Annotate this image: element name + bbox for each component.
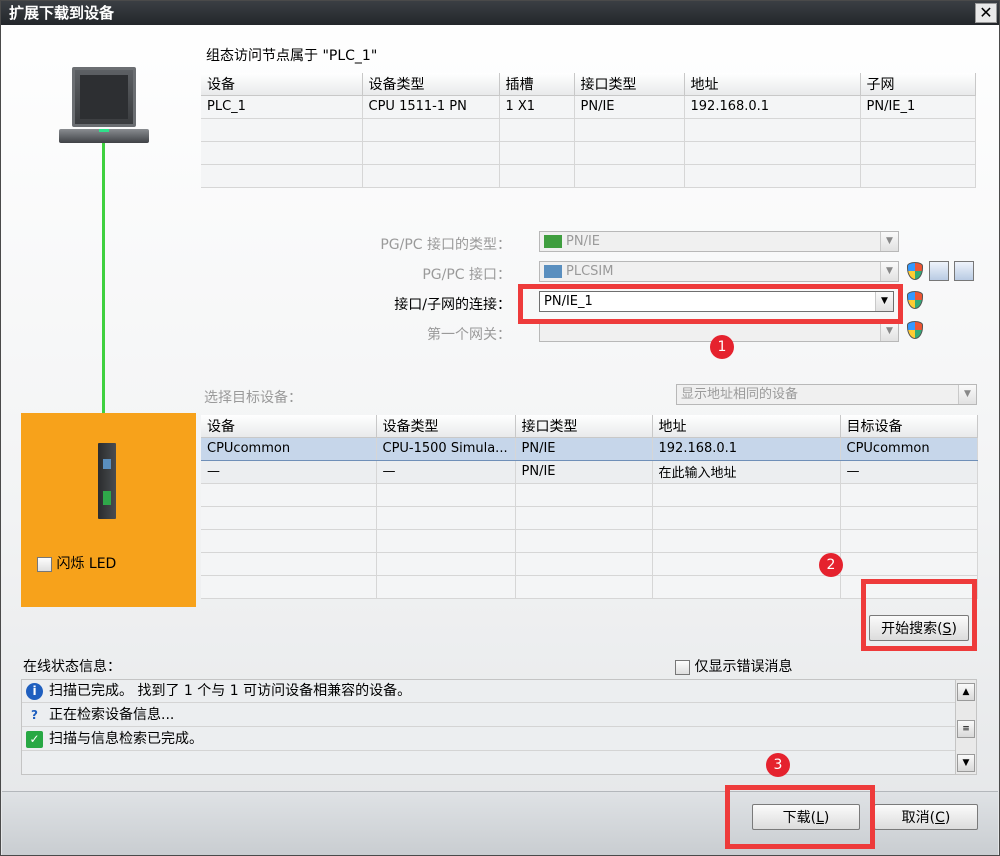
target-col-type[interactable]: 设备类型 xyxy=(376,415,516,438)
list-item: ✓ 扫描与信息检索已完成。 xyxy=(22,728,956,751)
target-filter-value: 显示地址相同的设备 xyxy=(681,387,799,402)
step-badge-1: 1 xyxy=(710,335,734,359)
table-cell: 192.168.0.1 xyxy=(684,95,861,119)
online-status-label: 在线状态信息： xyxy=(23,659,121,675)
subnet-connection-label: 接口/子网的连接： xyxy=(394,297,511,313)
target-col-target[interactable]: 目标设备 xyxy=(840,415,978,438)
table-cell: — xyxy=(840,460,978,484)
ethernet-icon xyxy=(544,235,562,248)
config-col-slot[interactable]: 插槽 xyxy=(499,73,575,96)
flash-led-label: 闪烁 LED xyxy=(56,556,117,572)
status-log: i 扫描已完成。 找到了 1 个与 1 可访问设备相兼容的设备。 ? 正在检索设备信… xyxy=(21,679,977,775)
table-cell: PN/IE xyxy=(515,460,653,484)
target-col-address[interactable]: 地址 xyxy=(652,415,841,438)
table-cell: CPU 1511-1 PN xyxy=(362,95,500,119)
chevron-down-icon: ▼ xyxy=(880,232,898,251)
config-access-table: 设备 设备类型 插槽 接口类型 地址 子网 PLC_1 CPU 1511-1 P… xyxy=(201,73,976,188)
config-col-type[interactable]: 设备类型 xyxy=(362,73,500,96)
cancel-button[interactable]: 取消(C) xyxy=(874,804,978,830)
address-entry-cell[interactable]: 在此输入地址 xyxy=(652,460,841,484)
table-cell: — xyxy=(201,460,377,484)
chevron-down-icon: ▼ xyxy=(958,385,976,404)
table-cell: 1 X1 xyxy=(499,95,575,119)
cpu-module-icon xyxy=(98,443,116,519)
table-cell: PLC_1 xyxy=(201,95,363,119)
table-row xyxy=(201,552,978,576)
chevron-down-icon: ▼ xyxy=(880,322,898,341)
config-col-device[interactable]: 设备 xyxy=(201,73,363,96)
pgpc-type-value: PN/IE xyxy=(566,234,600,249)
table-cell: PN/IE xyxy=(515,437,653,461)
table-row[interactable]: CPUcommon CPU-1500 Simula... PN/IE 192.1… xyxy=(201,437,978,461)
extended-download-dialog: 扩展下载到设备 ✕ 闪烁 LED 组态访问节点属于 "PLC_1" 设备 设备类… xyxy=(0,0,1000,856)
highlight-search xyxy=(861,579,977,651)
gateway-label: 第一个网关： xyxy=(427,327,511,343)
scroll-down-icon[interactable]: ▼ xyxy=(957,754,975,772)
pgpc-type-select: PN/IE ▼ xyxy=(539,231,899,252)
close-button[interactable]: ✕ xyxy=(975,3,997,23)
window-title: 扩展下载到设备 xyxy=(9,4,115,22)
table-cell: PN/IE_1 xyxy=(860,95,976,119)
table-row xyxy=(201,483,978,507)
config-col-if-type[interactable]: 接口类型 xyxy=(574,73,685,96)
network-link-line xyxy=(102,143,105,443)
config-col-subnet[interactable]: 子网 xyxy=(860,73,976,96)
list-item: ? 正在检索设备信息... xyxy=(22,704,956,727)
security-shield-icon[interactable] xyxy=(907,291,923,309)
errors-only-option[interactable]: 仅显示错误消息 xyxy=(675,656,792,676)
table-cell: PN/IE xyxy=(574,95,685,119)
target-device-panel: 闪烁 LED xyxy=(21,413,196,607)
target-col-device[interactable]: 设备 xyxy=(201,415,377,438)
table-row xyxy=(201,118,976,142)
chevron-down-icon: ▼ xyxy=(880,262,898,281)
pgpc-if-value: PLCSIM xyxy=(566,264,614,279)
config-col-address[interactable]: 地址 xyxy=(684,73,861,96)
highlight-download xyxy=(725,785,875,849)
plcsim-icon xyxy=(544,265,562,278)
laptop-base-icon xyxy=(59,129,149,143)
table-cell: CPUcommon xyxy=(201,437,377,461)
pgpc-interface-select: PLCSIM ▼ xyxy=(539,261,899,282)
security-shield-icon[interactable] xyxy=(907,321,923,339)
flash-led-checkbox[interactable] xyxy=(37,556,52,572)
log-scrollbar[interactable]: ▲ ≡ ▼ xyxy=(955,680,976,774)
errors-only-label: 仅显示错误消息 xyxy=(694,659,793,675)
scroll-thumb[interactable]: ≡ xyxy=(957,720,975,738)
pg-pc-laptop-icon xyxy=(72,67,136,127)
checkmark-icon: ✓ xyxy=(26,730,43,748)
select-target-label: 选择目标设备： xyxy=(204,390,302,406)
list-item: i 扫描已完成。 找到了 1 个与 1 可访问设备相兼容的设备。 xyxy=(22,680,956,703)
table-cell: CPU-1500 Simula... xyxy=(376,437,516,461)
network-query-icon: ? xyxy=(31,707,38,722)
pgpc-type-label: PG/PC 接口的类型： xyxy=(380,237,511,253)
table-cell: CPUcommon xyxy=(840,437,978,461)
info-icon: i xyxy=(26,682,43,700)
interface-properties-icon[interactable] xyxy=(929,261,949,281)
highlight-subnet xyxy=(518,284,903,324)
step-badge-2: 2 xyxy=(819,553,843,577)
table-row xyxy=(201,164,976,188)
security-shield-icon[interactable] xyxy=(907,262,923,280)
target-device-table: 设备 设备类型 接口类型 地址 目标设备 CPUcommon CPU-1500 … xyxy=(201,415,978,599)
table-row[interactable]: — — PN/IE 在此输入地址 — xyxy=(201,460,978,484)
scroll-up-icon[interactable]: ▲ xyxy=(957,683,975,701)
table-cell: — xyxy=(376,460,516,484)
pgpc-if-label: PG/PC 接口： xyxy=(422,267,511,283)
table-row xyxy=(201,506,978,530)
table-row xyxy=(201,141,976,165)
errors-only-checkbox[interactable] xyxy=(675,659,690,675)
table-cell: 192.168.0.1 xyxy=(652,437,841,461)
diagnostics-icon[interactable] xyxy=(954,261,974,281)
target-filter-select: 显示地址相同的设备 ▼ xyxy=(676,384,977,405)
table-row[interactable]: PLC_1 CPU 1511-1 PN 1 X1 PN/IE 192.168.0… xyxy=(201,95,976,119)
table-row xyxy=(201,529,978,553)
target-col-if-type[interactable]: 接口类型 xyxy=(515,415,653,438)
flash-led-option[interactable]: 闪烁 LED xyxy=(37,553,116,573)
step-badge-3: 3 xyxy=(766,753,790,777)
config-heading: 组态访问节点属于 "PLC_1" xyxy=(206,48,378,64)
title-bar: 扩展下载到设备 xyxy=(1,1,999,25)
